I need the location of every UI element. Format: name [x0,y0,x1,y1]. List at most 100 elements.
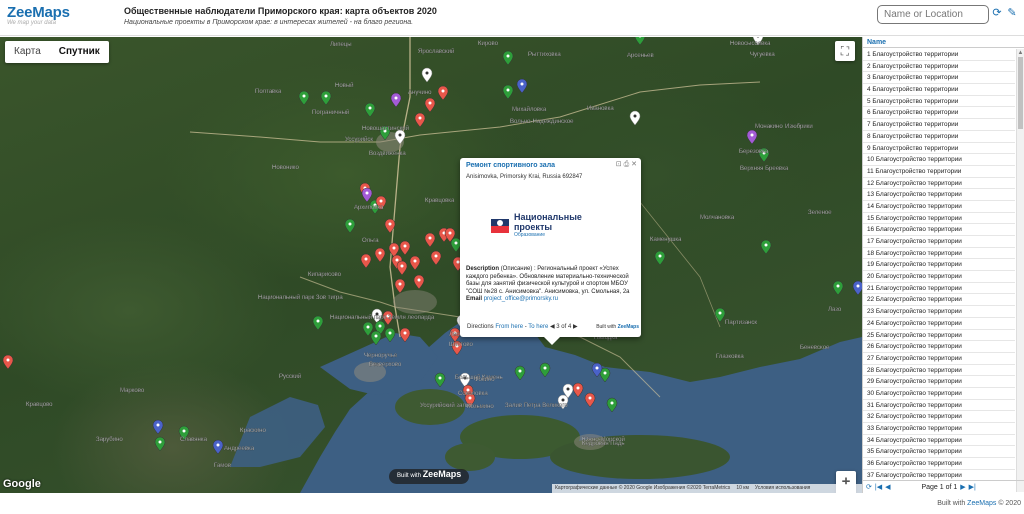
built-with-badge[interactable]: Built with ZeeMaps [389,469,470,484]
footer-brand: ZeeMaps [967,500,997,507]
footer-built-with[interactable]: Built with ZeeMaps © 2020 [937,500,1021,507]
list-item[interactable]: 7 Благоустройство территории [863,119,1015,131]
terms-link[interactable]: Условия использования [755,485,811,492]
list-item[interactable]: 6 Благоустройство территории [863,107,1015,120]
list-item[interactable]: 26 Благоустройство территории [863,341,1015,353]
list-item[interactable]: 8 Благоустройство территории [863,131,1015,143]
list-item[interactable]: 28 Благоустройство территории [863,365,1015,377]
first-page-icon[interactable]: |◀ [875,483,882,491]
list-item[interactable]: 31 Благоустройство территории [863,400,1015,412]
zeemaps-logo[interactable]: ZeeMaps We map your data [7,4,70,26]
map-type-control: Карта Спутник [5,41,109,63]
place-label: Глазковка [716,354,744,360]
place-label: Арсеньев [627,53,654,59]
refresh-icon[interactable]: ⟳ [991,7,1003,19]
footer-copyright: © 2020 [998,500,1021,507]
popup-counter: 3 of 4 [556,324,572,330]
list-item[interactable]: 1 Благоустройство территории [863,49,1015,61]
list-item[interactable]: 4 Благоустройство территории [863,84,1015,96]
prev-page-icon[interactable]: ◀ [885,483,890,491]
column-name-header[interactable]: Name [863,37,1024,47]
list-item[interactable]: 9 Благоустройство территории [863,143,1015,155]
list-item[interactable]: 12 Благоустройство территории [863,178,1015,190]
list-item[interactable]: 14 Благоустройство территории [863,201,1015,213]
list-item[interactable]: 34 Благоустройство территории [863,435,1015,447]
fullscreen-button[interactable]: ⛶ [835,41,855,61]
list-item[interactable]: 15 Благоустройство территории [863,213,1015,225]
popup-title: Ремонт спортивного зала [466,162,556,169]
scroll-up-icon[interactable]: ▲ [1017,49,1024,57]
place-label: Козьмино [467,404,494,410]
place-label: Кипарисово [308,272,342,278]
list-item[interactable]: 22 Благоустройство территории [863,294,1015,307]
description-prefix: (Описание) : [500,266,536,272]
place-label: Пограничный [312,109,349,116]
place-label: Михайловка [512,106,547,113]
list-item[interactable]: 19 Благоустройство территории [863,259,1015,272]
list-item[interactable]: 32 Благоустройство территории [863,411,1015,423]
list-item[interactable]: 24 Благоустройство территории [863,318,1015,330]
fullscreen-icon: ⛶ [840,44,850,58]
last-page-icon[interactable]: ▶| [969,483,976,491]
list-item[interactable]: 21 Благоустройство территории [863,283,1015,295]
list-item[interactable]: 23 Благоустройство территории [863,306,1015,318]
list-item[interactable]: 33 Благоустройство территории [863,423,1015,435]
popup-close-icon[interactable]: ✕ [631,161,637,168]
email-link[interactable]: project_office@primorsky.ru [484,296,558,302]
page-subtitle: Национальные проекты в Приморском крае: … [124,19,414,26]
google-logo: Google [3,478,41,490]
header: ZeeMaps We map your data Общественные на… [0,0,1024,36]
list-item[interactable]: 11 Благоустройство территории [863,166,1015,178]
map-canvas[interactable]: Липецы Ярославский Кирово Рыттиховка Арсенье… [0,37,862,493]
from-here-link[interactable]: From here [495,324,523,330]
logo-text[interactable]: ZeeMaps [7,4,70,21]
map-attribution: Картографические данные © 2020 Google Из… [552,484,862,493]
next-page-icon[interactable]: ▶ [960,483,965,491]
list-item[interactable]: 29 Благоустройство территории [863,376,1015,388]
list-item[interactable]: 37 Благоустройство территории [863,470,1015,480]
refresh-list-icon[interactable]: ⟳ [866,483,872,491]
popup-built-brand: ZeeMaps [617,324,639,330]
place-label: Монакино [755,124,783,130]
list-item[interactable]: 13 Благоустройство территории [863,189,1015,201]
popup-built-with[interactable]: Built with ZeeMaps [596,324,639,330]
place-label: Безверхово [369,362,402,368]
list-item[interactable]: 35 Благоустройство территории [863,446,1015,459]
scroll-thumb[interactable] [1018,57,1023,129]
place-label: Гамов [214,463,231,469]
popup-tools: ⊡ ⎙ ✕ [616,160,637,169]
list-item[interactable]: 20 Благоустройство территории [863,271,1015,283]
list-item[interactable]: 17 Благоустройство территории [863,236,1015,248]
list-scrollbar[interactable]: ▲ [1016,49,1024,492]
search-input[interactable] [877,5,989,24]
list-item[interactable]: 25 Благоустройство территории [863,330,1015,342]
to-here-link[interactable]: To here [528,324,548,330]
list-item[interactable]: 27 Благоустройство территории [863,353,1015,365]
list-item[interactable]: 2 Благоустройство территории [863,61,1015,73]
popup-print-icon[interactable]: ⎙ [624,161,630,168]
map-type-map-button[interactable]: Карта [5,41,50,63]
prev-icon[interactable]: ◀ [550,324,555,330]
popup-address: Anisimovka, Primorsky Krai, Russia 69284… [466,174,583,180]
place-label: Архиповка [354,205,384,211]
list-item[interactable]: 16 Благоустройство территории [863,224,1015,236]
place-label: Новошахтинский [362,125,409,132]
place-label: Шкотово [449,342,474,348]
place-label: Ивановка [587,106,614,112]
page-label: Page 1 of 1 [921,483,958,491]
next-icon[interactable]: ▶ [573,324,578,330]
edit-icon[interactable]: ✎ [1006,7,1018,19]
popup-built-prefix: Built with [596,324,617,330]
place-label: Изюбрики [785,124,813,130]
list-item[interactable]: 36 Благоустройство территории [863,458,1015,470]
list-item[interactable]: 5 Благоустройство территории [863,96,1015,108]
list-item[interactable]: 18 Благоустройство территории [863,248,1015,260]
list-item[interactable]: 3 Благоустройство территории [863,72,1015,85]
place-label: Каменушка [650,237,682,243]
map-type-satellite-button[interactable]: Спутник [50,41,109,63]
popup-expand-icon[interactable]: ⊡ [616,161,622,168]
national-projects-logo: Национальные проекты Образование [490,212,635,238]
logo-subtitle: Образование [514,232,545,238]
list-item[interactable]: 10 Благоустройство территории [863,154,1015,166]
list-item[interactable]: 30 Благоустройство территории [863,388,1015,400]
